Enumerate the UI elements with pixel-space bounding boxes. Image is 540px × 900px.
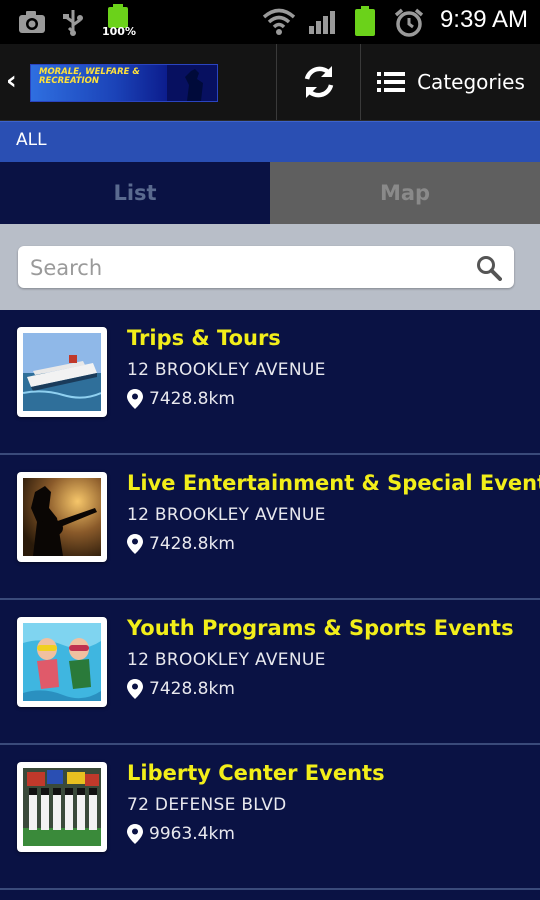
search-area — [0, 224, 540, 310]
signal-icon — [309, 11, 335, 34]
logo-text: MORALE, WELFARE & RECREATION — [39, 67, 140, 86]
divider — [360, 44, 361, 120]
item-title: Trips & Tours — [127, 326, 281, 350]
color-guard-parade-image — [23, 768, 101, 846]
categories-label: Categories — [417, 70, 525, 94]
distance-value: 9963.4km — [149, 824, 235, 844]
action-bar: ‹ MORALE, WELFARE & RECREATION Categorie… — [0, 44, 540, 121]
clock-time: 9:39 AM — [439, 6, 528, 33]
distance-value: 7428.8km — [149, 534, 235, 554]
list-item[interactable]: Trips & Tours 12 BROOKLEY AVENUE 7428.8k… — [0, 310, 540, 455]
app-logo[interactable]: MORALE, WELFARE & RECREATION — [30, 64, 218, 102]
soldier-silhouette-icon — [185, 69, 203, 101]
item-thumbnail — [17, 472, 107, 562]
item-title: Liberty Center Events — [127, 761, 385, 785]
battery-percent: 100% — [102, 25, 136, 38]
item-address: 12 BROOKLEY AVENUE — [127, 650, 326, 670]
item-title: Youth Programs & Sports Events — [127, 616, 514, 640]
categories-button[interactable]: Categories — [362, 44, 540, 120]
wifi-icon — [262, 8, 296, 35]
back-icon[interactable]: ‹ — [6, 66, 26, 96]
event-list: Trips & Tours 12 BROOKLEY AVENUE 7428.8k… — [0, 310, 540, 890]
kids-swimming-image — [23, 623, 101, 701]
battery-icon — [355, 6, 375, 36]
guitarist-silhouette-image — [23, 478, 101, 556]
filter-bar: ALL — [0, 121, 540, 162]
refresh-icon — [304, 66, 334, 98]
item-distance: 7428.8km — [127, 389, 235, 409]
filter-label: ALL — [16, 130, 47, 150]
alarm-icon — [394, 8, 424, 37]
search-input[interactable] — [28, 252, 472, 284]
location-pin-icon — [127, 824, 143, 844]
status-bar: 100% 9:39 AM — [0, 0, 540, 44]
location-pin-icon — [127, 534, 143, 554]
item-address: 12 BROOKLEY AVENUE — [127, 505, 326, 525]
distance-value: 7428.8km — [149, 389, 235, 409]
tab-map[interactable]: Map — [270, 162, 540, 224]
refresh-button[interactable] — [278, 44, 360, 120]
usb-icon — [63, 10, 83, 36]
item-distance: 7428.8km — [127, 679, 235, 699]
item-distance: 9963.4km — [127, 824, 235, 844]
item-distance: 7428.8km — [127, 534, 235, 554]
distance-value: 7428.8km — [149, 679, 235, 699]
item-title: Live Entertainment & Special Events — [127, 471, 540, 495]
item-thumbnail — [17, 617, 107, 707]
tab-list[interactable]: List — [0, 162, 270, 224]
camera-icon — [19, 11, 45, 33]
item-thumbnail — [17, 327, 107, 417]
location-pin-icon — [127, 679, 143, 699]
item-thumbnail — [17, 762, 107, 852]
location-pin-icon — [127, 389, 143, 409]
list-icon — [377, 72, 406, 92]
list-item[interactable]: Live Entertainment & Special Events 12 B… — [0, 455, 540, 600]
search-icon[interactable] — [476, 255, 502, 281]
cruise-ship-image — [23, 333, 101, 411]
item-address: 12 BROOKLEY AVENUE — [127, 360, 326, 380]
search-box — [18, 246, 514, 288]
list-item[interactable]: Liberty Center Events 72 DEFENSE BLVD 99… — [0, 745, 540, 890]
list-item[interactable]: Youth Programs & Sports Events 12 BROOKL… — [0, 600, 540, 745]
divider — [276, 44, 277, 120]
view-tabs: List Map — [0, 162, 540, 224]
item-address: 72 DEFENSE BLVD — [127, 795, 287, 815]
